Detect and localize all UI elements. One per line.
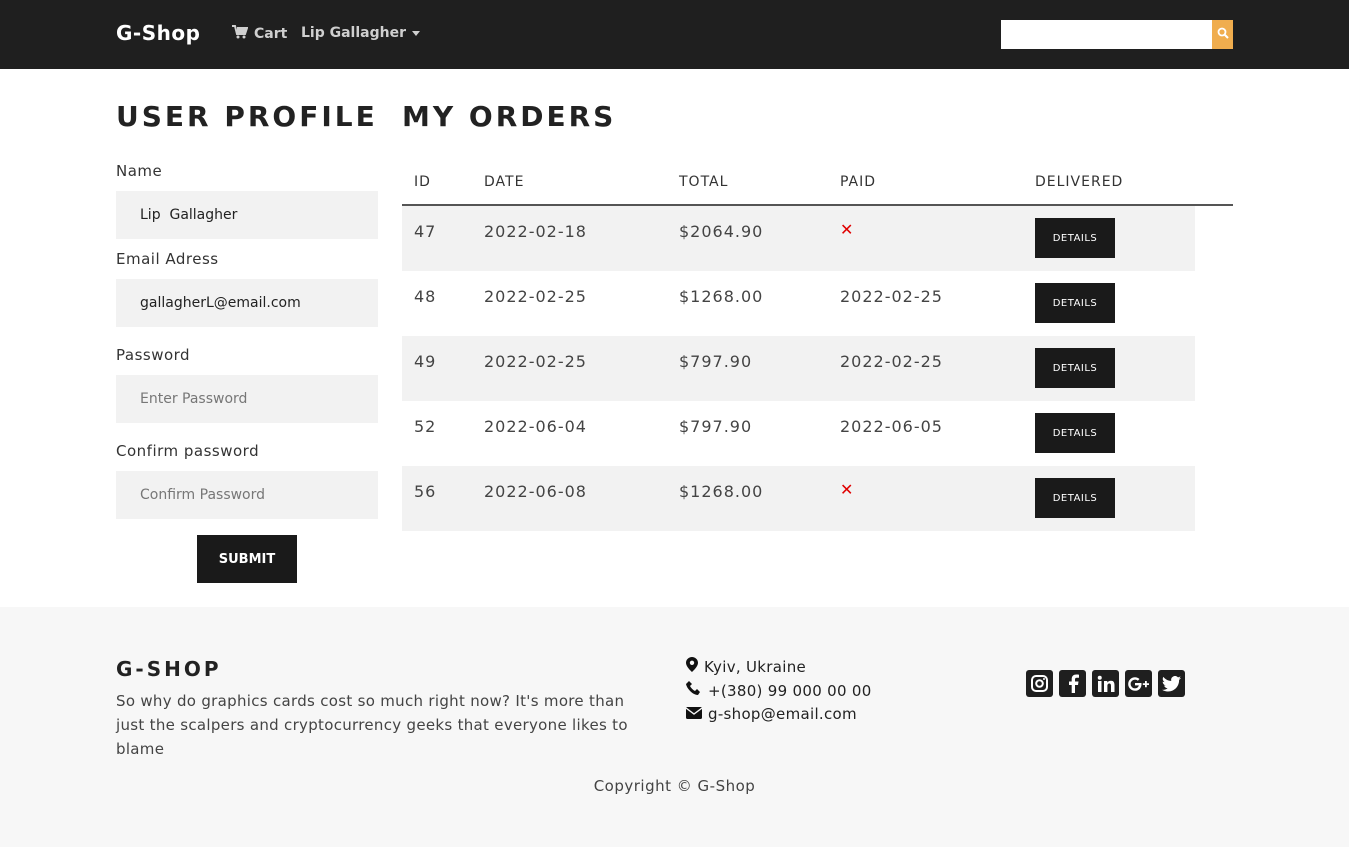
order-total: $1268.00	[679, 482, 764, 501]
details-button[interactable]: DETAILS	[1035, 478, 1115, 518]
order-date: 2022-06-04	[484, 417, 587, 436]
name-field[interactable]	[116, 191, 378, 239]
nav-cart-link[interactable]: Cart	[232, 25, 287, 43]
name-label: Name	[116, 162, 163, 180]
footer-phone-text: +(380) 99 000 00 00	[708, 681, 872, 700]
table-row: 52 2022-06-04 $797.90 2022-06-05 DETAILS	[402, 401, 1195, 466]
order-total: $2064.90	[679, 222, 764, 241]
order-date: 2022-02-25	[484, 287, 587, 306]
column-header-id: ID	[414, 174, 431, 190]
footer-location-text: Kyiv, Ukraine	[704, 657, 807, 676]
cart-icon	[232, 25, 249, 43]
search-button[interactable]	[1212, 20, 1233, 49]
footer-brand: G-SHOP	[116, 657, 222, 681]
table-row: 48 2022-02-25 $1268.00 2022-02-25 DETAIL…	[402, 271, 1195, 336]
copyright: Copyright © G-Shop	[593, 777, 756, 795]
confirm-password-label: Confirm password	[116, 442, 260, 460]
email-field[interactable]	[116, 279, 378, 327]
details-button[interactable]: DETAILS	[1035, 283, 1115, 323]
submit-button[interactable]: SUBMIT	[197, 535, 297, 583]
footer-location: Kyiv, Ukraine	[686, 657, 806, 676]
confirm-password-field[interactable]	[116, 471, 378, 519]
footer-phone: +(380) 99 000 00 00	[686, 681, 872, 700]
order-id: 52	[414, 417, 437, 436]
linkedin-icon[interactable]	[1092, 670, 1119, 697]
x-mark-icon: ✕	[840, 480, 854, 499]
navbar: G-Shop Cart Lip Gallagher	[0, 0, 1349, 69]
envelope-icon	[685, 705, 703, 723]
order-total: $1268.00	[679, 287, 764, 306]
footer-email: g-shop@email.com	[685, 705, 857, 723]
column-header-paid: PAID	[840, 174, 877, 190]
search-icon	[1217, 27, 1229, 42]
footer-email-text: g-shop@email.com	[708, 705, 857, 723]
column-header-date: DATE	[484, 174, 525, 190]
twitter-icon[interactable]	[1158, 670, 1185, 697]
details-button[interactable]: DETAILS	[1035, 348, 1115, 388]
profile-title: USER PROFILE	[116, 100, 378, 133]
chevron-down-icon	[412, 30, 420, 36]
password-label: Password	[116, 346, 191, 364]
brand-logo[interactable]: G-Shop	[116, 21, 200, 45]
table-row: 49 2022-02-25 $797.90 2022-02-25 DETAILS	[402, 336, 1195, 401]
order-date: 2022-02-25	[484, 352, 587, 371]
column-header-delivered: DELIVERED	[1035, 174, 1124, 190]
password-field[interactable]	[116, 375, 378, 423]
order-id: 48	[414, 287, 437, 306]
order-paid-date: 2022-02-25	[840, 352, 943, 371]
order-date: 2022-06-08	[484, 482, 587, 501]
instagram-icon[interactable]	[1026, 670, 1053, 697]
order-id: 49	[414, 352, 437, 371]
user-dropdown[interactable]: Lip Gallagher	[301, 25, 420, 41]
footer: G-SHOP So why do graphics cards cost so …	[0, 607, 1349, 847]
order-id: 56	[414, 482, 437, 501]
nav-cart-label: Cart	[254, 26, 288, 42]
order-id: 47	[414, 222, 437, 241]
search-input[interactable]	[1001, 20, 1213, 49]
order-date: 2022-02-18	[484, 222, 587, 241]
email-label: Email Adress	[116, 250, 219, 268]
table-row: 47 2022-02-18 $2064.90 ✕ DETAILS	[402, 206, 1195, 271]
details-button[interactable]: DETAILS	[1035, 218, 1115, 258]
order-paid-date: 2022-06-05	[840, 417, 943, 436]
footer-description: So why do graphics cards cost so much ri…	[116, 692, 628, 758]
order-total: $797.90	[679, 352, 753, 371]
facebook-icon[interactable]	[1059, 670, 1086, 697]
details-button[interactable]: DETAILS	[1035, 413, 1115, 453]
order-paid-date: 2022-02-25	[840, 287, 943, 306]
order-total: $797.90	[679, 417, 753, 436]
social-links	[1026, 670, 1185, 697]
google-plus-icon[interactable]	[1125, 670, 1152, 697]
map-marker-icon	[686, 657, 698, 676]
x-mark-icon: ✕	[840, 220, 854, 239]
orders-title: MY ORDERS	[402, 100, 617, 133]
user-dropdown-label: Lip Gallagher	[301, 25, 406, 41]
column-header-total: TOTAL	[679, 174, 729, 190]
table-row: 56 2022-06-08 $1268.00 ✕ DETAILS	[402, 466, 1195, 531]
phone-icon	[686, 681, 702, 700]
